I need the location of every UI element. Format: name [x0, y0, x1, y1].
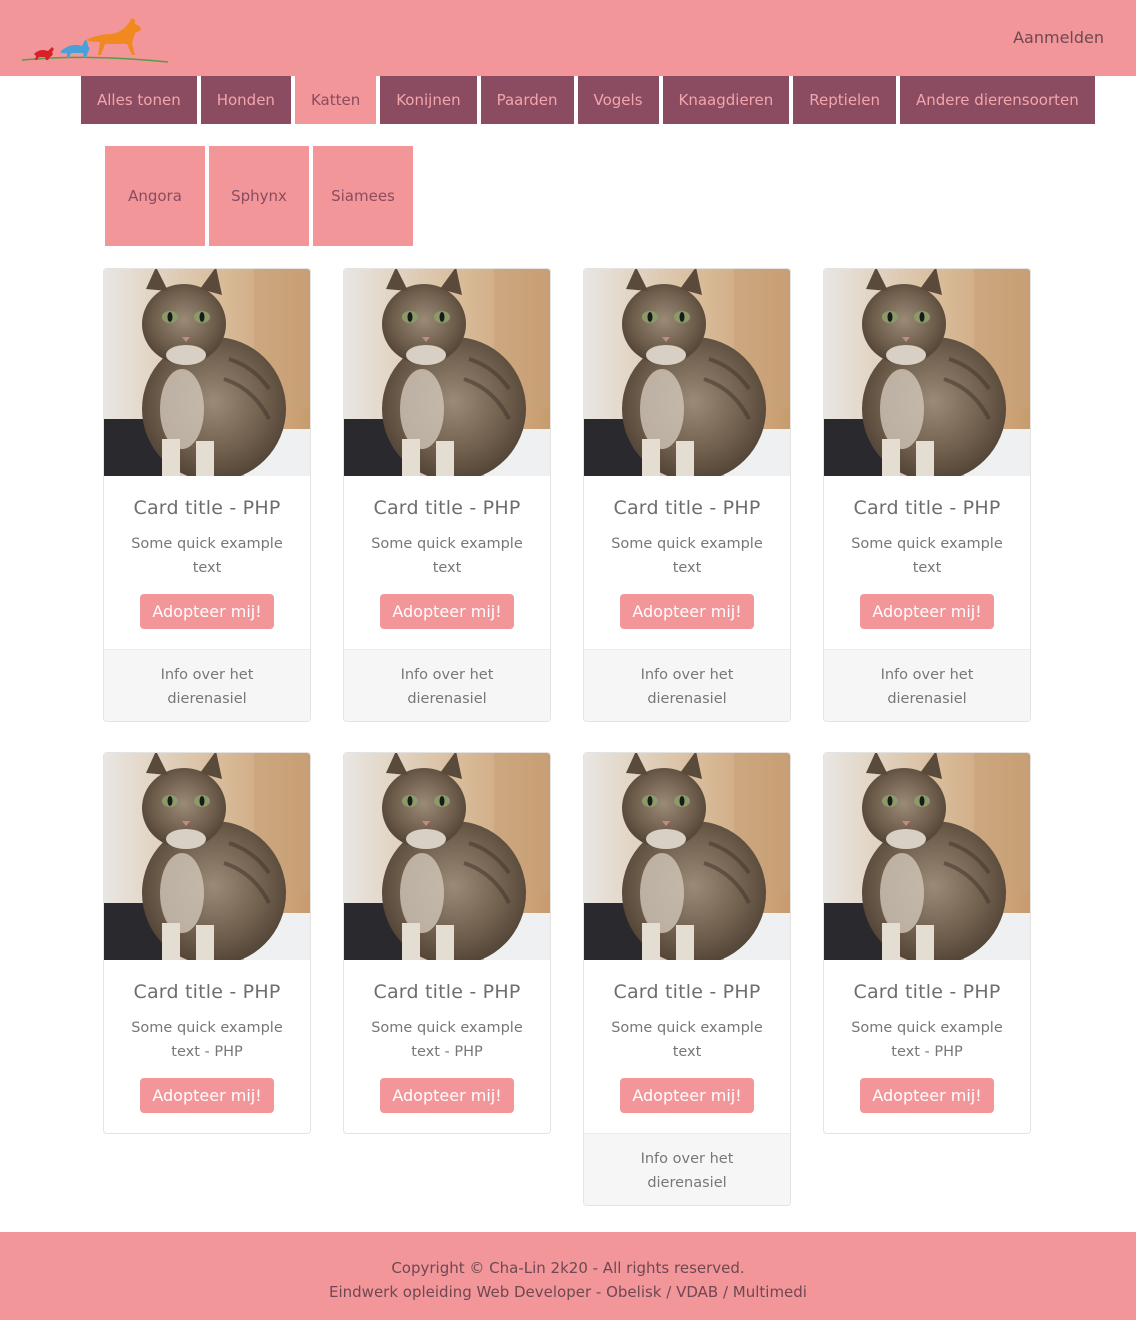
card-body: Card title - PHP Some quick example text… [824, 476, 1030, 649]
card-text: Some quick example text [611, 1020, 763, 1060]
adopt-button[interactable]: Adopteer mij! [140, 594, 274, 629]
card-body: Card title - PHP Some quick example text… [344, 960, 550, 1133]
nav-tab-konijnen[interactable]: Konijnen [380, 76, 477, 124]
cat-photo [584, 753, 790, 960]
animals-logo-icon[interactable] [20, 10, 170, 66]
nav-tab-katten[interactable]: Katten [294, 76, 377, 124]
card-body: Card title - PHP Some quick example text… [104, 960, 310, 1133]
card-body: Card title - PHP Some quick example text… [584, 960, 790, 1133]
animal-card: Card title - PHP Some quick example text… [583, 268, 791, 722]
card-text: Some quick example text [131, 536, 283, 576]
card-footer[interactable]: Info over het dierenasiel [344, 649, 550, 721]
card-text: Some quick example text - PHP [371, 1020, 523, 1060]
adopt-button[interactable]: Adopteer mij! [620, 594, 754, 629]
cat-photo [344, 753, 550, 960]
animal-card: Card title - PHP Some quick example text… [103, 268, 311, 722]
cat-photo [344, 269, 550, 476]
adopt-button[interactable]: Adopteer mij! [380, 594, 514, 629]
card-title: Card title - PHP [613, 497, 761, 519]
card-title: Card title - PHP [853, 497, 1001, 519]
card-title: Card title - PHP [373, 981, 521, 1003]
card-text: Some quick example text [851, 536, 1003, 576]
animal-card: Card title - PHP Some quick example text… [343, 752, 551, 1134]
card-text: Some quick example text [371, 536, 523, 576]
card-title: Card title - PHP [133, 981, 281, 1003]
credits-text: Eindwerk opleiding Web Developer - Obeli… [329, 1283, 807, 1301]
adopt-button[interactable]: Adopteer mij! [380, 1078, 514, 1113]
card-text: Some quick example text - PHP [851, 1020, 1003, 1060]
subnav-item-sphynx[interactable]: Sphynx [209, 146, 309, 246]
card-footer[interactable]: Info over het dierenasiel [824, 649, 1030, 721]
site-footer: Copyright © Cha-Lin 2k20 - All rights re… [0, 1232, 1136, 1320]
animal-card: Card title - PHP Some quick example text… [103, 752, 311, 1134]
card-footer[interactable]: Info over het dierenasiel [584, 1133, 790, 1205]
nav-tab-knaagdieren[interactable]: Knaagdieren [662, 76, 790, 124]
cat-photo [824, 269, 1030, 476]
adopt-button[interactable]: Adopteer mij! [140, 1078, 274, 1113]
card-title: Card title - PHP [853, 981, 1001, 1003]
adopt-button[interactable]: Adopteer mij! [860, 594, 994, 629]
card-footer[interactable]: Info over het dierenasiel [584, 649, 790, 721]
animal-card: Card title - PHP Some quick example text… [343, 268, 551, 722]
card-text: Some quick example text [611, 536, 763, 576]
animal-card: Card title - PHP Some quick example text… [823, 752, 1031, 1134]
adopt-button[interactable]: Adopteer mij! [860, 1078, 994, 1113]
card-title: Card title - PHP [373, 497, 521, 519]
login-link[interactable]: Aanmelden [1013, 28, 1104, 47]
card-title: Card title - PHP [133, 497, 281, 519]
nav-tab-paarden[interactable]: Paarden [480, 76, 574, 124]
subnav-item-angora[interactable]: Angora [105, 146, 205, 246]
subnav-item-siamees[interactable]: Siamees [313, 146, 413, 246]
animal-card: Card title - PHP Some quick example text… [823, 268, 1031, 722]
card-text: Some quick example text - PHP [131, 1020, 283, 1060]
cat-photo [104, 269, 310, 476]
adopt-button[interactable]: Adopteer mij! [620, 1078, 754, 1113]
card-body: Card title - PHP Some quick example text… [584, 476, 790, 649]
breed-subnav: Angora Sphynx Siamees [105, 146, 413, 246]
nav-tab-honden[interactable]: Honden [200, 76, 291, 124]
animal-card: Card title - PHP Some quick example text… [583, 752, 791, 1206]
card-title: Card title - PHP [613, 981, 761, 1003]
nav-tab-andere-dierensoorten[interactable]: Andere dierensoorten [899, 76, 1095, 124]
cat-photo [584, 269, 790, 476]
nav-tab-reptielen[interactable]: Reptielen [793, 76, 896, 124]
nav-tab-alles-tonen[interactable]: Alles tonen [81, 76, 197, 124]
cat-photo [824, 753, 1030, 960]
card-footer[interactable]: Info over het dierenasiel [104, 649, 310, 721]
category-nav: Alles tonen Honden Katten Konijnen Paard… [81, 76, 1095, 124]
nav-tab-vogels[interactable]: Vogels [577, 76, 659, 124]
card-body: Card title - PHP Some quick example text… [344, 476, 550, 649]
copyright-text: Copyright © Cha-Lin 2k20 - All rights re… [391, 1259, 745, 1277]
cat-photo [104, 753, 310, 960]
site-header: Aanmelden [0, 0, 1136, 76]
card-body: Card title - PHP Some quick example text… [104, 476, 310, 649]
card-body: Card title - PHP Some quick example text… [824, 960, 1030, 1133]
